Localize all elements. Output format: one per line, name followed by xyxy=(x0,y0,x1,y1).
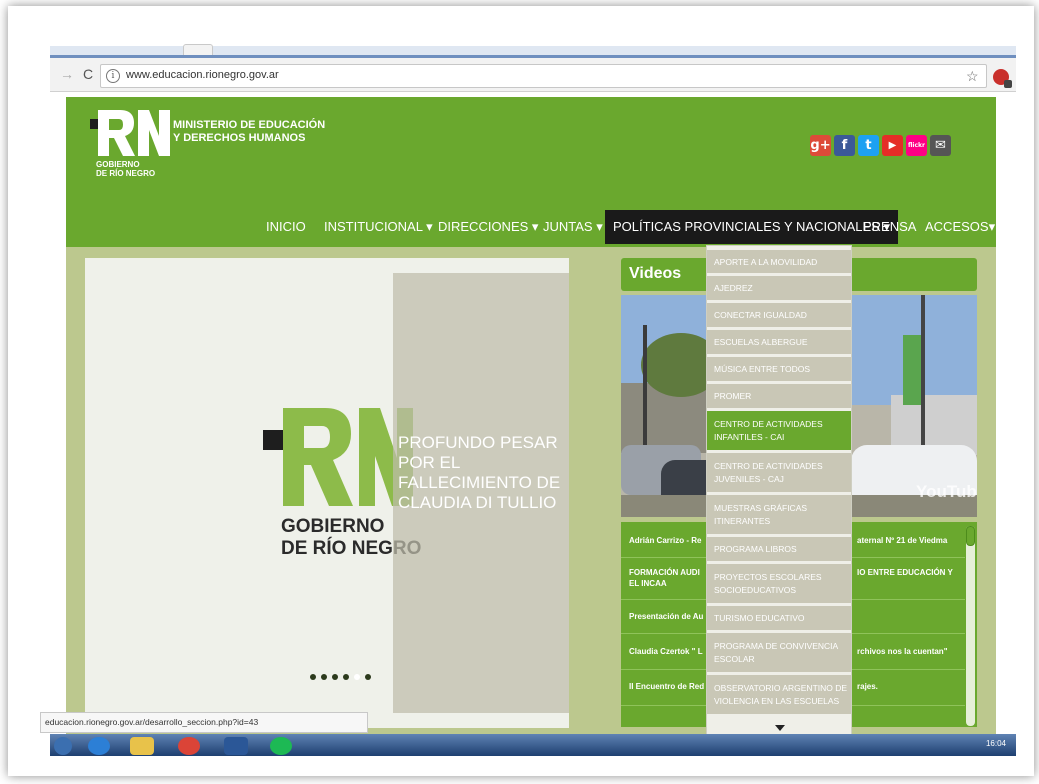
flickr-icon[interactable]: flickr xyxy=(906,135,927,156)
slider-dot[interactable] xyxy=(343,674,349,680)
video-title-right: rajes. xyxy=(857,682,878,691)
video-title-left-2: EL INCAA xyxy=(629,579,667,588)
dropdown-item[interactable]: APORTE A LA MOVILIDAD xyxy=(707,250,851,274)
info-icon[interactable]: i xyxy=(106,69,120,83)
slider-pagination xyxy=(310,674,371,680)
youtube-icon[interactable]: ▶ xyxy=(882,135,903,156)
twitter-icon[interactable]: t xyxy=(858,135,879,156)
dropdown-item[interactable]: PROYECTOS ESCOLARES SOCIOEDUCATIVOS xyxy=(707,564,851,604)
address-bar[interactable]: i www.educacion.rionegro.gov.ar xyxy=(100,64,987,88)
video-list-scrollbar[interactable] xyxy=(966,526,975,726)
slider-caption: PROFUNDO PESAR POR EL FALLECIMIENTO DE C… xyxy=(398,433,561,512)
social-icons: g+ f t ▶ flickr ✉ xyxy=(810,135,951,157)
rn-slider-logo xyxy=(263,408,413,506)
dropdown-item[interactable]: PROMER xyxy=(707,384,851,409)
website: MINISTERIO DE EDUCACIÓN Y DERECHOS HUMAN… xyxy=(66,97,996,743)
dropdown-item[interactable]: TURISMO EDUCATIVO xyxy=(707,606,851,631)
file-explorer-icon[interactable] xyxy=(130,737,154,755)
menu-juntas[interactable]: JUNTAS ▾ xyxy=(543,210,603,244)
chrome-icon[interactable] xyxy=(178,737,200,755)
email-icon[interactable]: ✉ xyxy=(930,135,951,156)
dropdown-item[interactable]: MUESTRAS GRÁFICAS ITINERANTES xyxy=(707,495,851,535)
dropdown-item[interactable]: AJEDREZ xyxy=(707,276,851,301)
video-title-right: aternal Nº 21 de Viedma xyxy=(857,536,948,545)
dropdown-item[interactable]: PROGRAMA LIBROS xyxy=(707,537,851,562)
videos-title: Videos xyxy=(629,265,682,282)
menu-institucional[interactable]: INSTITUCIONAL ▾ xyxy=(324,210,433,244)
menu-inicio[interactable]: INICIO xyxy=(266,210,306,244)
slider-dot[interactable] xyxy=(310,674,316,680)
dropdown-item[interactable]: CONECTAR IGUALDAD xyxy=(707,303,851,328)
video-title-left: Presentación de Au xyxy=(629,612,704,621)
facebook-icon[interactable]: f xyxy=(834,135,855,156)
menu-prensa[interactable]: PRENSA xyxy=(863,210,916,244)
start-button-icon[interactable] xyxy=(54,737,72,755)
video-title-left: Adrián Carrizo - Re xyxy=(629,536,702,545)
bookmark-star-icon[interactable]: ☆ xyxy=(966,68,979,85)
gobierno-label: GOBIERNO DE RÍO NEGRO xyxy=(96,160,155,178)
googleplus-icon[interactable]: g+ xyxy=(810,135,831,156)
menu-direcciones[interactable]: DIRECCIONES ▾ xyxy=(438,210,538,244)
status-bar: educacion.rionegro.gov.ar/desarrollo_sec… xyxy=(40,712,368,733)
internet-explorer-icon[interactable] xyxy=(88,737,110,755)
slider-dot[interactable] xyxy=(354,674,360,680)
slider-dot[interactable] xyxy=(365,674,371,680)
menu-accesos[interactable]: ACCESOS▾ xyxy=(925,210,995,244)
ministry-line-2: Y DERECHOS HUMANOS xyxy=(173,132,306,144)
dropdown-item[interactable]: ESCUELAS ALBERGUE xyxy=(707,330,851,355)
extension-icon[interactable] xyxy=(993,69,1012,88)
reload-button[interactable]: C xyxy=(83,66,93,82)
dropdown-item-highlighted[interactable]: CENTRO DE ACTIVIDADES INFANTILES - CAI xyxy=(707,411,851,451)
video-title-left: II Encuentro de Red xyxy=(629,682,705,691)
gobierno-line-1: GOBIERNO xyxy=(96,160,140,169)
video-list-scroll-thumb[interactable] xyxy=(966,526,975,546)
rn-logo[interactable] xyxy=(90,110,170,156)
news-slider[interactable]: GOBIERNO DE RÍO NEGRO PROFUNDO PESAR POR… xyxy=(85,258,569,728)
video-title-left: FORMACIÓN AUDI xyxy=(629,568,700,577)
video-title-right: rchivos nos la cuentan" xyxy=(857,647,948,656)
dropdown-item[interactable]: CENTRO DE ACTIVIDADES JUVENILES - CAJ xyxy=(707,453,851,493)
menu-politicas[interactable]: POLÍTICAS PROVINCIALES Y NACIONALES ▾ xyxy=(605,210,898,244)
dropdown-item[interactable]: MÚSICA ENTRE TODOS xyxy=(707,357,851,382)
site-header: MINISTERIO DE EDUCACIÓN Y DERECHOS HUMAN… xyxy=(66,97,996,247)
slider-dot[interactable] xyxy=(321,674,327,680)
youtube-watermark: YouTube xyxy=(916,482,977,501)
video-title-right: IO ENTRE EDUCACIÓN Y xyxy=(857,568,953,577)
dropdown-item[interactable]: PROGRAMA DE CONVIVENCIA ESCOLAR xyxy=(707,633,851,673)
address-bar-url: www.educacion.rionegro.gov.ar xyxy=(126,69,279,81)
taskbar-clock: 16:04 xyxy=(985,739,1006,748)
slider-dot[interactable] xyxy=(332,674,338,680)
main-menu: INICIO INSTITUCIONAL ▾ DIRECCIONES ▾ JUN… xyxy=(66,210,996,244)
ministry-line-1: MINISTERIO DE EDUCACIÓN xyxy=(173,119,326,131)
forward-button[interactable]: → xyxy=(60,66,74,82)
politicas-dropdown: APORTE A LA MOVILIDAD AJEDREZ CONECTAR I… xyxy=(706,245,852,737)
spotify-icon[interactable] xyxy=(270,737,292,755)
windows-taskbar: 16:04 xyxy=(50,734,1016,756)
scroll-down-arrow-icon[interactable] xyxy=(775,725,785,731)
dropdown-item[interactable]: OBSERVATORIO ARGENTINO DE VIOLENCIA EN L… xyxy=(707,675,851,715)
gobierno-line-2: DE RÍO NEGRO xyxy=(96,169,156,178)
screenshot-frame: → C i www.educacion.rionegro.gov.ar ☆ MI… xyxy=(8,6,1034,776)
ministry-title: MINISTERIO DE EDUCACIÓN Y DERECHOS HUMAN… xyxy=(173,119,325,145)
video-title-left: Claudia Czertok " L xyxy=(629,647,703,656)
word-icon[interactable] xyxy=(224,737,248,755)
